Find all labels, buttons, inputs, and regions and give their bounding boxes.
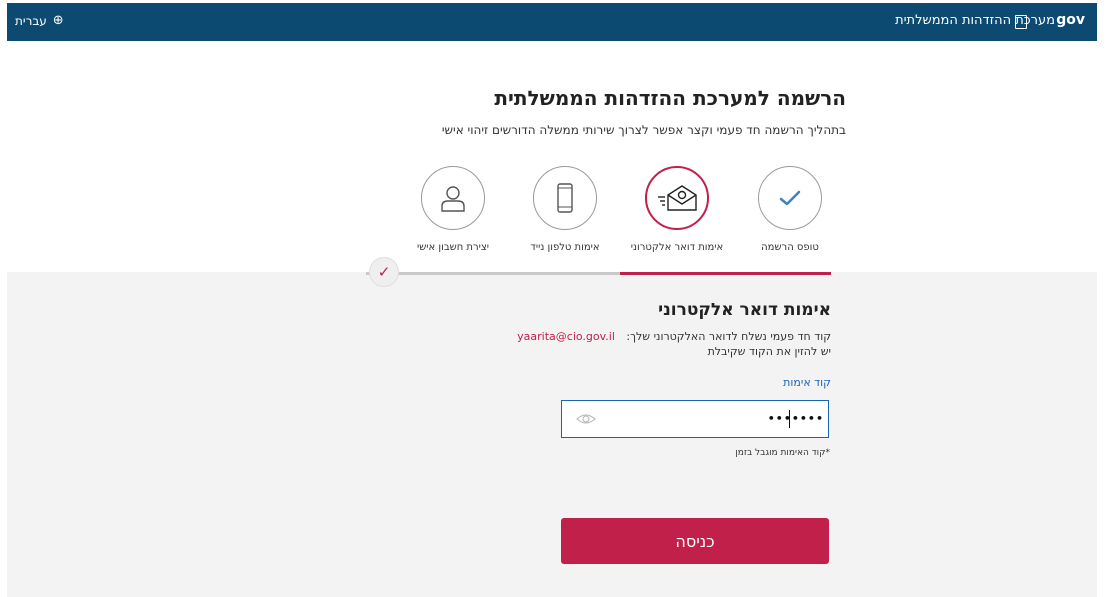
code-value: ••••••• [767, 412, 824, 425]
code-expiry-hint: *קוד האימות מוגבל בזמן [735, 448, 830, 458]
instruction-text: יש להזין את הקוד שקיבלת [707, 345, 831, 358]
page-title: הרשמה למערכת ההזדהות הממשלתית [494, 86, 846, 110]
step-label: יצירת חשבון אישי [416, 242, 490, 253]
registration-steps: טופס הרשמה אימות דואר אלקטרוני אימות טלפ… [395, 166, 855, 276]
progress-fill [620, 272, 831, 275]
page-header: הרשמה למערכת ההזדהות הממשלתית בתהליך הרש… [286, 86, 846, 137]
step-registration-form: טופס הרשמה [735, 166, 845, 253]
gov-logo[interactable]: gov [1056, 12, 1085, 28]
page-subtitle: בתהליך הרשמה חד פעמי וקצר אפשר לצרוך שיר… [441, 123, 846, 137]
checkmark-icon [779, 190, 801, 206]
step-circle [421, 166, 485, 230]
step-label: טופס הרשמה [761, 242, 819, 253]
sent-message: קוד חד פעמי נשלח לדואר האלקטרוני שלך: ya… [411, 330, 831, 343]
code-field-label: קוד אימות [783, 376, 831, 389]
step-label: אימות דואר אלקטרוני [630, 242, 724, 253]
login-button[interactable]: כניסה [561, 518, 829, 564]
show-password-eye-icon[interactable] [576, 413, 596, 425]
verification-code-input[interactable]: ••••••• [561, 400, 829, 438]
user-icon [441, 186, 465, 212]
step-circle [533, 166, 597, 230]
brand-title[interactable]: מערכת ההזדהות הממשלתית [895, 13, 1055, 28]
step-email-verification: אימות דואר אלקטרוני [622, 166, 732, 253]
language-label: עברית [15, 13, 47, 28]
email-address: yaarita@cio.gov.il [517, 330, 615, 343]
step-mobile-verification: אימות טלפון נייד [510, 166, 620, 253]
step-circle [645, 166, 709, 230]
progress-check-icon: ✓ [369, 257, 399, 287]
progress-track [366, 272, 620, 275]
top-bar: gov מערכת ההזדהות הממשלתית ⊕ עברית [7, 3, 1097, 41]
sent-text: קוד חד פעמי נשלח לדואר האלקטרוני שלך: [626, 330, 831, 343]
step-label: אימות טלפון נייד [530, 242, 600, 253]
form-heading: אימות דואר אלקטרוני [658, 300, 831, 320]
email-icon [658, 185, 697, 211]
language-selector[interactable]: ⊕ עברית [15, 13, 64, 28]
email-verification-form: אימות דואר אלקטרוני קוד חד פעמי נשלח לדו… [411, 300, 831, 389]
text-cursor [789, 410, 790, 428]
step-circle [758, 166, 822, 230]
mobile-phone-icon [557, 183, 573, 213]
globe-icon: ⊕ [52, 13, 64, 28]
step-create-account: יצירת חשבון אישי [398, 166, 508, 253]
